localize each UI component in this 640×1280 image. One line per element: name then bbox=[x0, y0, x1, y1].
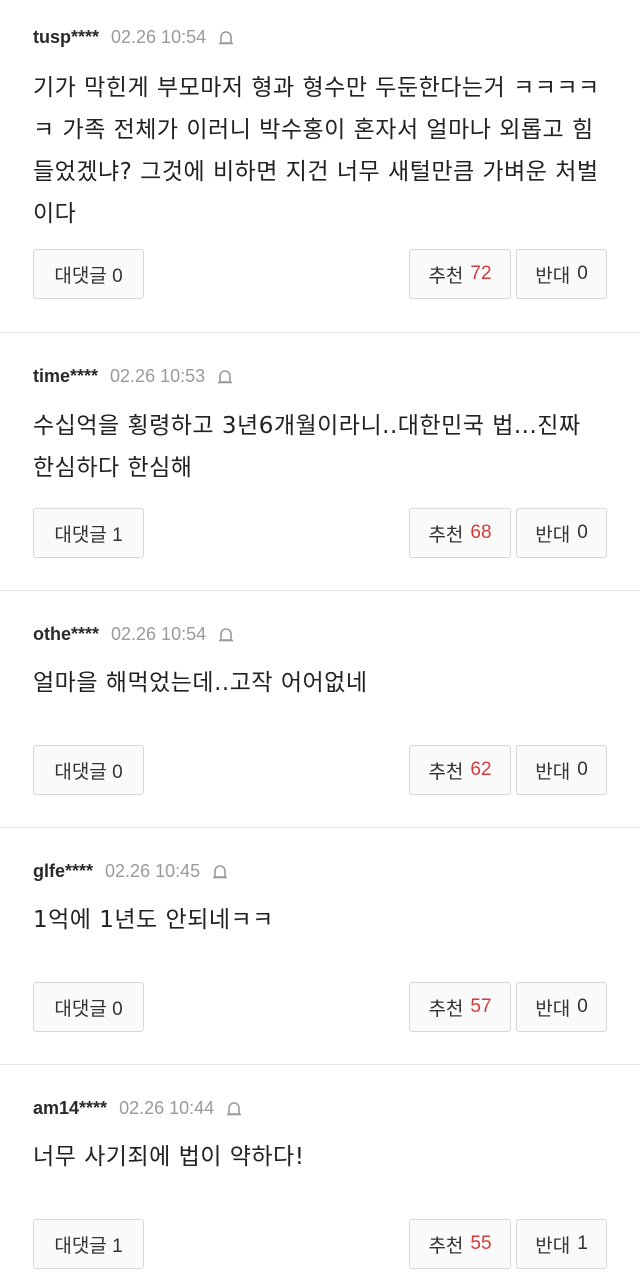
comment-date: 02.26 10:45 bbox=[105, 860, 201, 881]
recommend-button[interactable]: 추천 57 bbox=[409, 982, 511, 1032]
comment-username[interactable]: othe**** bbox=[33, 624, 99, 645]
report-siren-icon[interactable] bbox=[216, 27, 236, 47]
oppose-button[interactable]: 반대 0 bbox=[516, 249, 607, 299]
oppose-button[interactable]: 반대 1 bbox=[516, 1219, 607, 1269]
comment-list: tusp**** 02.26 10:54 기가 막힌게 부모마저 형과 형수만 … bbox=[0, 0, 640, 1280]
reply-button[interactable]: 대댓글 1 bbox=[33, 1219, 144, 1269]
recommend-label: 추천 bbox=[428, 524, 464, 546]
report-siren-icon[interactable] bbox=[224, 1098, 244, 1118]
recommend-count: 55 bbox=[470, 1233, 492, 1254]
comment-actions: 대댓글 1 추천 68 반대 0 bbox=[33, 508, 607, 558]
recommend-count: 72 bbox=[470, 263, 492, 284]
comment-meta: tusp**** 02.26 10:54 bbox=[33, 21, 607, 53]
report-siren-icon[interactable] bbox=[216, 624, 236, 644]
reply-button[interactable]: 대댓글 0 bbox=[33, 745, 144, 795]
oppose-button[interactable]: 반대 0 bbox=[516, 508, 607, 558]
comment-item: glfe**** 02.26 10:45 1억에 1년도 안되네ㅋㅋ 대댓글 0… bbox=[0, 828, 640, 1065]
comment-actions: 대댓글 0 추천 62 반대 0 bbox=[33, 745, 607, 795]
oppose-label: 반대 bbox=[535, 265, 571, 287]
oppose-label: 반대 bbox=[535, 998, 571, 1020]
comment-text: 수십억을 횡령하고 3년6개월이라니..대한민국 법...진짜 한심하다 한심해 bbox=[33, 413, 581, 481]
comment-meta: othe**** 02.26 10:54 bbox=[33, 618, 607, 650]
recommend-label: 추천 bbox=[428, 265, 464, 287]
oppose-count: 1 bbox=[577, 1233, 588, 1254]
comment-meta: time**** 02.26 10:53 bbox=[33, 360, 607, 392]
oppose-button[interactable]: 반대 0 bbox=[516, 982, 607, 1032]
comment-text: 기가 막힌게 부모마저 형과 형수만 두둔한다는거 ㅋㅋㅋㅋㅋ 가족 전체가 이… bbox=[33, 75, 600, 227]
oppose-count: 0 bbox=[577, 759, 588, 780]
recommend-label: 추천 bbox=[428, 998, 464, 1020]
comment-item: am14**** 02.26 10:44 너무 사기죄에 법이 약하다! 대댓글… bbox=[0, 1065, 640, 1280]
comment-meta: am14**** 02.26 10:44 bbox=[33, 1092, 607, 1124]
report-siren-icon[interactable] bbox=[210, 861, 230, 881]
recommend-button[interactable]: 추천 72 bbox=[409, 249, 511, 299]
recommend-button[interactable]: 추천 62 bbox=[409, 745, 511, 795]
vote-buttons: 추천 62 반대 0 bbox=[409, 745, 607, 795]
comment-item: othe**** 02.26 10:54 얼마을 해먹었는데..고작 어어없네 … bbox=[0, 591, 640, 828]
comment-username[interactable]: tusp**** bbox=[33, 27, 99, 48]
oppose-label: 반대 bbox=[535, 1235, 571, 1257]
recommend-label: 추천 bbox=[428, 1235, 464, 1257]
recommend-count: 57 bbox=[470, 996, 492, 1017]
comment-text: 너무 사기죄에 법이 약하다! bbox=[33, 1144, 305, 1170]
comment-item: time**** 02.26 10:53 수십억을 횡령하고 3년6개월이라니.… bbox=[0, 333, 640, 591]
reply-button[interactable]: 대댓글 1 bbox=[33, 508, 144, 558]
report-siren-icon[interactable] bbox=[215, 366, 235, 386]
comment-username[interactable]: time**** bbox=[33, 366, 98, 387]
vote-buttons: 추천 72 반대 0 bbox=[409, 249, 607, 299]
vote-buttons: 추천 57 반대 0 bbox=[409, 982, 607, 1032]
vote-buttons: 추천 68 반대 0 bbox=[409, 508, 607, 558]
oppose-button[interactable]: 반대 0 bbox=[516, 745, 607, 795]
comment-text: 얼마을 해먹었는데..고작 어어없네 bbox=[33, 670, 368, 696]
comment-actions: 대댓글 0 추천 72 반대 0 bbox=[33, 249, 607, 299]
oppose-count: 0 bbox=[577, 996, 588, 1017]
comment-date: 02.26 10:54 bbox=[111, 623, 207, 644]
recommend-label: 추천 bbox=[428, 761, 464, 783]
recommend-button[interactable]: 추천 55 bbox=[409, 1219, 511, 1269]
comment-date: 02.26 10:44 bbox=[119, 1097, 215, 1118]
recommend-count: 62 bbox=[470, 759, 492, 780]
comment-actions: 대댓글 0 추천 57 반대 0 bbox=[33, 982, 607, 1032]
comment-text: 1억에 1년도 안되네ㅋㅋ bbox=[33, 907, 274, 933]
oppose-count: 0 bbox=[577, 263, 588, 284]
comment-username[interactable]: glfe**** bbox=[33, 861, 93, 882]
oppose-count: 0 bbox=[577, 522, 588, 543]
recommend-button[interactable]: 추천 68 bbox=[409, 508, 511, 558]
comment-date: 02.26 10:53 bbox=[110, 365, 206, 386]
reply-button[interactable]: 대댓글 0 bbox=[33, 982, 144, 1032]
reply-button[interactable]: 대댓글 0 bbox=[33, 249, 144, 299]
comment-meta: glfe**** 02.26 10:45 bbox=[33, 855, 607, 887]
comment-actions: 대댓글 1 추천 55 반대 1 bbox=[33, 1219, 607, 1269]
recommend-count: 68 bbox=[470, 522, 492, 543]
oppose-label: 반대 bbox=[535, 761, 571, 783]
comment-date: 02.26 10:54 bbox=[111, 26, 207, 47]
comment-username[interactable]: am14**** bbox=[33, 1098, 107, 1119]
comment-item: tusp**** 02.26 10:54 기가 막힌게 부모마저 형과 형수만 … bbox=[0, 0, 640, 333]
vote-buttons: 추천 55 반대 1 bbox=[409, 1219, 607, 1269]
oppose-label: 반대 bbox=[535, 524, 571, 546]
